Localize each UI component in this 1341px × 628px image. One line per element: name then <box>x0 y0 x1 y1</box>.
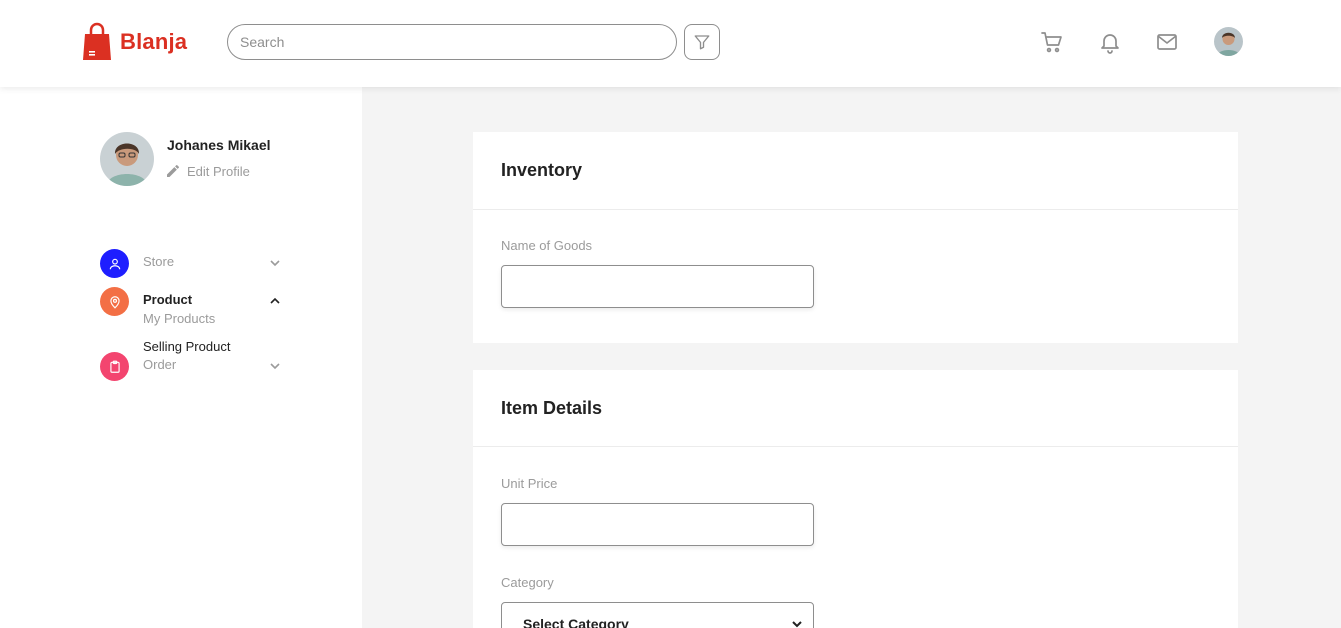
user-avatar[interactable] <box>1214 27 1243 56</box>
name-of-goods-input[interactable] <box>501 265 814 308</box>
sidebar-item-order[interactable]: Order <box>143 357 176 372</box>
mail-icon[interactable] <box>1155 30 1179 54</box>
brand-name: Blanja <box>120 29 188 54</box>
bell-icon[interactable] <box>1098 30 1122 54</box>
chevron-down-icon[interactable] <box>269 257 281 269</box>
name-of-goods-label: Name of Goods <box>501 238 593 253</box>
category-selected-value: Select Category <box>523 615 629 628</box>
sidebar-subitem-my-products[interactable]: My Products <box>143 311 215 326</box>
sidebar: Johanes Mikael Edit Profile Store Produc… <box>0 87 362 628</box>
item-details-title: Item Details <box>473 370 1238 447</box>
sidebar-item-store[interactable]: Store <box>143 254 174 269</box>
chevron-down-icon[interactable] <box>269 360 281 372</box>
chevron-down-icon <box>792 620 802 627</box>
category-label: Category <box>501 575 554 590</box>
category-select[interactable]: Select Category <box>501 602 814 628</box>
inventory-title: Inventory <box>473 132 1238 210</box>
sidebar-item-product[interactable]: Product <box>143 292 192 307</box>
profile-avatar <box>100 132 154 186</box>
unit-price-label: Unit Price <box>501 476 558 491</box>
brand-logo[interactable]: Blanja <box>82 22 187 62</box>
user-icon <box>100 249 129 278</box>
filter-button[interactable] <box>684 24 720 60</box>
pin-icon <box>100 287 129 316</box>
shopping-bag-icon <box>82 22 112 62</box>
filter-icon <box>694 35 710 50</box>
item-details-card: Item Details Unit Price Category Select … <box>473 370 1238 628</box>
edit-profile-link[interactable]: Edit Profile <box>165 163 250 179</box>
search-input[interactable] <box>227 24 677 60</box>
chevron-up-icon[interactable] <box>269 295 281 307</box>
sidebar-subitem-selling-product[interactable]: Selling Product <box>143 339 230 354</box>
unit-price-input[interactable] <box>501 503 814 546</box>
cart-icon[interactable] <box>1040 30 1064 54</box>
edit-profile-label: Edit Profile <box>187 163 250 179</box>
clipboard-icon <box>100 352 129 381</box>
inventory-card: Inventory Name of Goods <box>473 132 1238 343</box>
profile-name: Johanes Mikael <box>167 137 271 153</box>
pencil-icon <box>167 165 179 177</box>
top-navbar: Blanja <box>0 0 1341 87</box>
